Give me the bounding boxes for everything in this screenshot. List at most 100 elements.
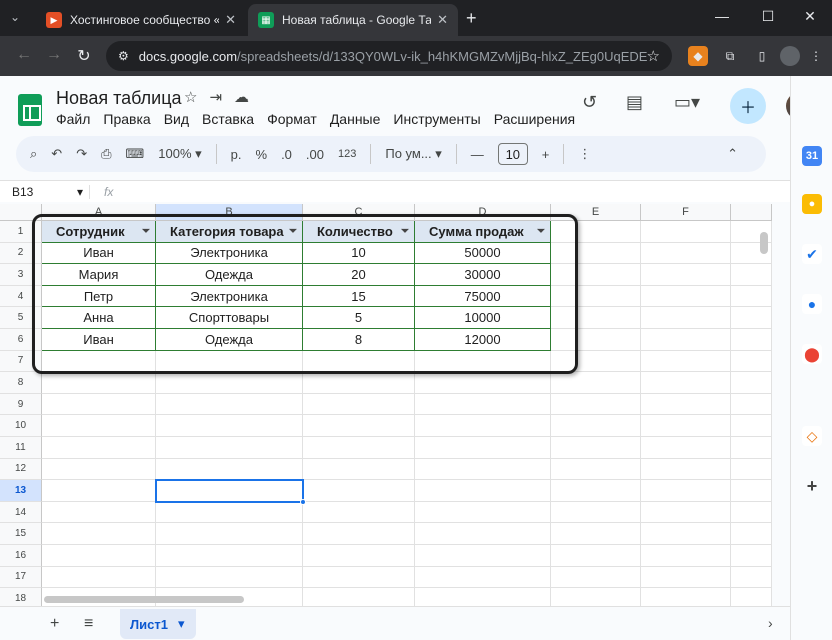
grid-cell[interactable] [415, 545, 551, 567]
grid-cell[interactable] [42, 545, 156, 567]
grid-cell[interactable] [641, 458, 731, 481]
extensions-icon[interactable]: ⧉ [720, 46, 740, 66]
grid-cell[interactable] [731, 545, 772, 567]
fill-handle[interactable] [300, 498, 306, 505]
grid-cell[interactable] [731, 566, 772, 589]
sheets-logo-icon[interactable] [18, 94, 42, 126]
grid-cell[interactable] [731, 437, 772, 459]
menu-edit[interactable]: Правка [103, 111, 150, 127]
grid-cell[interactable] [551, 566, 641, 589]
grid-cell[interactable] [42, 523, 156, 545]
vertical-scrollbar[interactable] [760, 232, 768, 254]
history-icon[interactable]: ↺ [582, 92, 597, 113]
grid-cell[interactable] [415, 372, 551, 394]
grid-cell[interactable] [42, 458, 156, 481]
minimize-icon[interactable]: — [712, 8, 732, 24]
grid-cell[interactable] [551, 393, 641, 416]
grid-cell[interactable] [415, 415, 551, 437]
grid-cell[interactable] [42, 566, 156, 589]
grid-cell[interactable] [641, 415, 731, 437]
grid-cell[interactable] [641, 588, 731, 606]
font-size-decrease-icon[interactable]: — [471, 147, 484, 162]
tasks-icon[interactable]: ✔ [802, 244, 822, 264]
grid-cell[interactable] [731, 372, 772, 394]
grid-cell[interactable] [641, 480, 731, 502]
undo-icon[interactable]: ↶ [51, 146, 62, 162]
grid-cell[interactable] [156, 437, 303, 459]
grid-cell[interactable] [415, 501, 551, 524]
font-select[interactable]: По ум... ▾ [385, 146, 441, 162]
grid-cell[interactable] [641, 242, 731, 265]
grid-cell[interactable] [731, 588, 772, 606]
grid-cell[interactable] [42, 372, 156, 394]
row-header[interactable]: 14 [0, 501, 42, 524]
row-header[interactable]: 18 [0, 588, 42, 606]
more-formats-button[interactable]: 123 [338, 148, 356, 160]
grid-cell[interactable] [641, 523, 731, 545]
font-size-input[interactable]: 10 [497, 143, 528, 165]
grid-cell[interactable] [303, 545, 415, 567]
grid-cell[interactable] [731, 458, 772, 481]
column-header-f[interactable]: F [641, 204, 731, 221]
row-header[interactable]: 15 [0, 523, 42, 545]
row-header[interactable]: 8 [0, 372, 42, 394]
grid-cell[interactable] [303, 480, 415, 502]
grid-cell[interactable] [641, 350, 731, 373]
grid-cell[interactable] [641, 285, 731, 308]
zoom-select[interactable]: 100% ▾ [158, 146, 201, 162]
grid-cell[interactable] [415, 523, 551, 545]
grid-cell[interactable] [731, 480, 772, 502]
grid-cell[interactable] [641, 221, 731, 243]
grid-cell[interactable] [641, 372, 731, 394]
addon-icon[interactable]: ◇ [802, 426, 822, 446]
star-icon[interactable]: ☆ [184, 88, 197, 106]
close-window-icon[interactable]: ✕ [800, 8, 820, 25]
currency-format-button[interactable]: р. [231, 147, 242, 162]
grid-cell[interactable] [415, 566, 551, 589]
grid-cell[interactable] [415, 393, 551, 416]
grid-cell[interactable] [303, 415, 415, 437]
move-folder-icon[interactable]: ⇥ [209, 88, 222, 106]
grid-cell[interactable] [156, 523, 303, 545]
add-sheet-icon[interactable]: + [50, 615, 59, 633]
grid-cell[interactable] [731, 264, 772, 286]
grid-cell[interactable] [303, 588, 415, 606]
grid-cell[interactable] [551, 588, 641, 606]
grid-cell[interactable] [415, 458, 551, 481]
grid-cell[interactable] [731, 501, 772, 524]
browser-tab-2[interactable]: ▦ Новая таблица - Google Табли ✕ [248, 4, 458, 36]
font-size-increase-icon[interactable]: + [542, 147, 550, 162]
grid-cell[interactable] [731, 523, 772, 545]
document-title[interactable]: Новая таблица [56, 88, 182, 109]
profile-avatar-icon[interactable] [780, 46, 800, 66]
grid-cell[interactable] [303, 501, 415, 524]
grid-cell[interactable] [641, 566, 731, 589]
calendar-icon[interactable]: 31 [802, 146, 822, 166]
sheet-tab[interactable]: Лист1 ▾ [120, 609, 196, 639]
more-toolbar-icon[interactable]: ⋮ [578, 146, 591, 162]
decrease-decimal-button[interactable]: .0 [281, 147, 292, 162]
grid-cell[interactable] [551, 437, 641, 459]
grid-cell[interactable] [303, 523, 415, 545]
grid-cell[interactable] [551, 501, 641, 524]
grid-cell[interactable] [156, 458, 303, 481]
cloud-status-icon[interactable]: ☁ [234, 88, 249, 106]
grid-cell[interactable] [303, 458, 415, 481]
menu-insert[interactable]: Вставка [202, 111, 254, 127]
explore-icon[interactable]: › [768, 615, 773, 631]
menu-view[interactable]: Вид [164, 111, 189, 127]
print-icon[interactable]: ⎙ [101, 146, 111, 162]
comments-icon[interactable]: ▤ [626, 92, 643, 113]
grid-cell[interactable] [731, 329, 772, 351]
menu-kebab-icon[interactable]: ⋮ [806, 46, 826, 66]
grid-cell[interactable] [156, 415, 303, 437]
grid-cell[interactable] [641, 307, 731, 329]
grid-cell[interactable] [156, 566, 303, 589]
grid-cell[interactable] [641, 437, 731, 459]
metamask-icon[interactable]: ◆ [688, 46, 708, 66]
grid-cell[interactable] [303, 437, 415, 459]
grid-cell[interactable] [551, 458, 641, 481]
bookmark-star-icon[interactable]: ☆ [647, 47, 660, 65]
grid-cell[interactable] [156, 501, 303, 524]
all-sheets-icon[interactable]: ≡ [84, 615, 93, 633]
